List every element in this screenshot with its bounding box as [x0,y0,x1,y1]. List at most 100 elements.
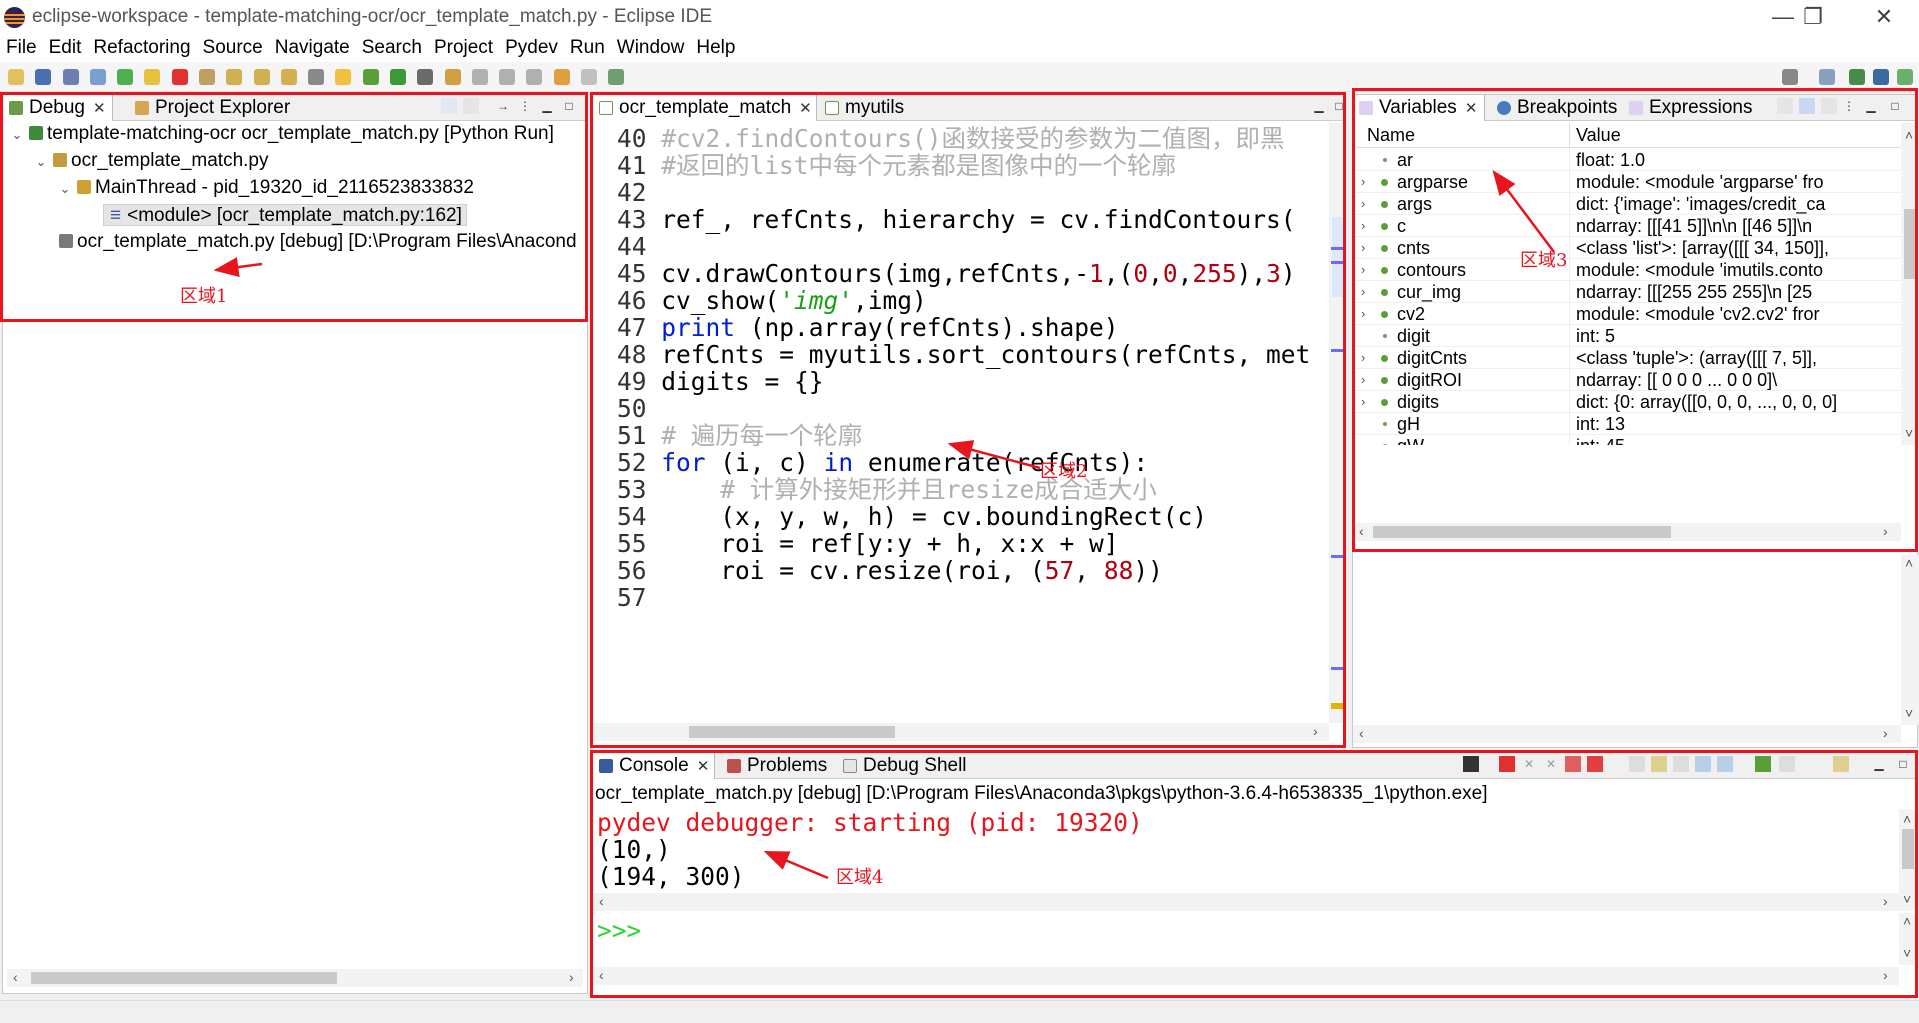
chevron-right-icon[interactable]: › [1361,215,1365,237]
column-name[interactable]: Name [1367,123,1415,148]
new-console-icon[interactable] [1755,756,1771,772]
menu-search[interactable]: Search [356,34,428,62]
show-type-names-icon[interactable] [1777,98,1793,114]
next-annotation-icon[interactable] [499,69,516,85]
debug-perspective-icon[interactable] [1897,69,1913,85]
variable-row[interactable]: › digitCnts <class 'tuple'>: (array([[[ 7,… [1353,347,1901,369]
code-line[interactable]: 42 [617,179,661,206]
collapse-all-icon[interactable] [1821,98,1837,114]
remove-all-terminated-icon[interactable]: ✕ [1543,756,1559,772]
scroll-up-icon[interactable]: ˄ [1905,555,1913,571]
variable-row[interactable]: › cur_img ndarray: [[[255 255 255]\n [25 [1353,281,1901,303]
collapse-icon[interactable]: → [495,98,511,114]
scroll-right-icon[interactable]: › [1883,893,1888,909]
code-line[interactable]: 50 [617,395,661,422]
column-value[interactable]: Value [1569,123,1621,148]
open-type-icon[interactable] [444,69,461,85]
code-line[interactable]: 47 print (np.array(refCnts).shape) [617,314,1119,341]
code-line[interactable]: 56 roi = cv.resize(roi, (57, 88)) [617,557,1163,584]
scroll-right-icon[interactable]: › [1883,523,1888,539]
variable-row[interactable]: gH int: 13 [1353,413,1901,435]
menu-edit[interactable]: Edit [43,34,88,62]
minimize-view-icon[interactable]: ▁ [1863,98,1879,114]
tree-item-thread[interactable]: ⌄ MainThread - pid_19320_id_2116523833832 [57,177,474,199]
console-prompt[interactable]: >>> [597,917,641,944]
occurrence-marker[interactable] [1331,555,1345,558]
chevron-right-icon[interactable]: › [1361,259,1365,281]
menu-navigate[interactable]: Navigate [269,34,356,62]
chevron-right-icon[interactable]: › [1361,391,1365,413]
variable-row[interactable]: digit int: 5 [1353,325,1901,347]
tab-ocr-template-match[interactable]: ocr_template_match ✕ [593,95,817,121]
scroll-up-icon[interactable]: ˄ [1903,811,1911,827]
maximize-view-icon[interactable]: □ [1331,98,1347,114]
chevron-right-icon[interactable]: › [1361,347,1365,369]
java-perspective-icon[interactable] [1873,69,1889,85]
drop-to-frame-icon[interactable] [308,69,325,85]
occurrence-marker[interactable] [1331,349,1345,352]
maximize-view-icon[interactable]: □ [1887,98,1903,114]
minimize-view-icon[interactable]: ▁ [1311,98,1327,114]
tree-item-stack-frame[interactable]: ≡ <module> [ocr_template_match.py:162] [103,204,467,226]
debug-run-icon[interactable] [362,69,379,85]
variable-row[interactable]: › cv2 module: <module 'cv2.cv2' fror [1353,303,1901,325]
variable-row[interactable]: › cnts <class 'list'>: [array([[[ 34, 150]… [1353,237,1901,259]
scroll-right-icon[interactable]: › [1883,725,1888,741]
show-on-output-icon[interactable] [1673,756,1689,772]
console-output-horizontal-scrollbar[interactable]: ‹ › [593,893,1899,911]
disconnect-icon[interactable] [198,69,215,85]
scroll-up-icon[interactable]: ˄ [1905,127,1913,143]
editor-overview-ruler[interactable] [1329,123,1347,723]
code-line[interactable]: 43 ref_, refCnts, hierarchy = cv.findCon… [617,206,1296,233]
maximize-button[interactable]: ❐ [1784,2,1842,32]
tab-breakpoints[interactable]: Breakpoints [1491,95,1623,121]
scroll-left-icon[interactable]: ‹ [599,967,604,983]
search-toolbar-icon[interactable] [471,69,488,85]
variable-row[interactable]: › digitROI ndarray: [[ 0 0 0 ... 0 0 0]\ [1353,369,1901,391]
open-console-menu-icon[interactable] [1833,756,1849,772]
code-line[interactable]: 55 roi = ref[y:y + h, x:x + w] [617,530,1119,557]
variable-row[interactable]: › c ndarray: [[[41 5]]\n\n [[46 5]]\n [1353,215,1901,237]
view-menu-icon[interactable]: ⋮ [517,98,533,114]
menu-pydev[interactable]: Pydev [499,34,564,62]
terminate-icon[interactable] [1499,756,1515,772]
chevron-right-icon[interactable]: › [1361,303,1365,325]
minimize-view-icon[interactable]: ▁ [539,98,555,114]
remove-launch-icon[interactable]: ✕ [1521,756,1537,772]
editor-horizontal-scrollbar[interactable]: › [593,723,1329,741]
scrollbar-thumb[interactable] [31,972,337,984]
scroll-left-icon[interactable]: ‹ [1359,725,1364,741]
console-input-vertical-scrollbar[interactable]: ˄ ˅ [1899,913,1917,965]
close-icon[interactable]: ✕ [799,100,812,117]
resume-icon[interactable] [117,69,134,85]
code-line[interactable]: 40 #cv2.findContours()函数接受的参数为二值图，即黑 [617,125,1285,152]
back-icon[interactable] [553,69,570,85]
scroll-down-icon[interactable]: ˅ [1905,425,1913,441]
code-line[interactable]: 51 # 遍历每一个轮廓 [617,422,862,449]
tab-problems[interactable]: Problems [721,753,837,779]
pin-editor-icon[interactable] [608,69,625,85]
maximize-view-icon[interactable]: □ [1895,756,1911,772]
chevron-down-icon[interactable]: ⌄ [9,124,25,146]
details-horizontal-scrollbar[interactable]: ‹ › [1353,725,1901,743]
code-line[interactable]: 49 digits = {} [617,368,824,395]
variables-horizontal-scrollbar[interactable]: ‹ › [1353,523,1901,541]
variable-row[interactable]: gW int: 45 [1353,435,1901,445]
warning-marker[interactable] [1331,703,1345,709]
view-menu-icon[interactable]: ⋮ [1841,98,1857,114]
scroll-left-icon[interactable]: ‹ [13,969,18,985]
chevron-down-icon[interactable]: ⌄ [57,178,73,200]
code-line[interactable]: 41 #返回的list中每个元素都是图像中的一个轮廓 [617,152,1176,179]
variable-row[interactable]: ar float: 1.0 [1353,149,1901,171]
open-console-icon[interactable] [1717,756,1733,772]
new-icon[interactable] [8,69,24,85]
show-logical-structure-icon[interactable] [1799,98,1815,114]
previous-annotation-icon[interactable] [526,69,543,85]
close-icon[interactable]: ✕ [93,100,106,117]
tree-item-file[interactable]: ⌄ ocr_template_match.py [33,150,269,172]
scroll-right-icon[interactable]: › [1313,723,1318,739]
scroll-right-icon[interactable]: › [1883,967,1888,983]
forward-icon[interactable] [580,69,597,85]
variable-row[interactable]: › contours module: <module 'imutils.conto [1353,259,1901,281]
console-input-horizontal-scrollbar[interactable]: ‹ › [593,967,1899,985]
